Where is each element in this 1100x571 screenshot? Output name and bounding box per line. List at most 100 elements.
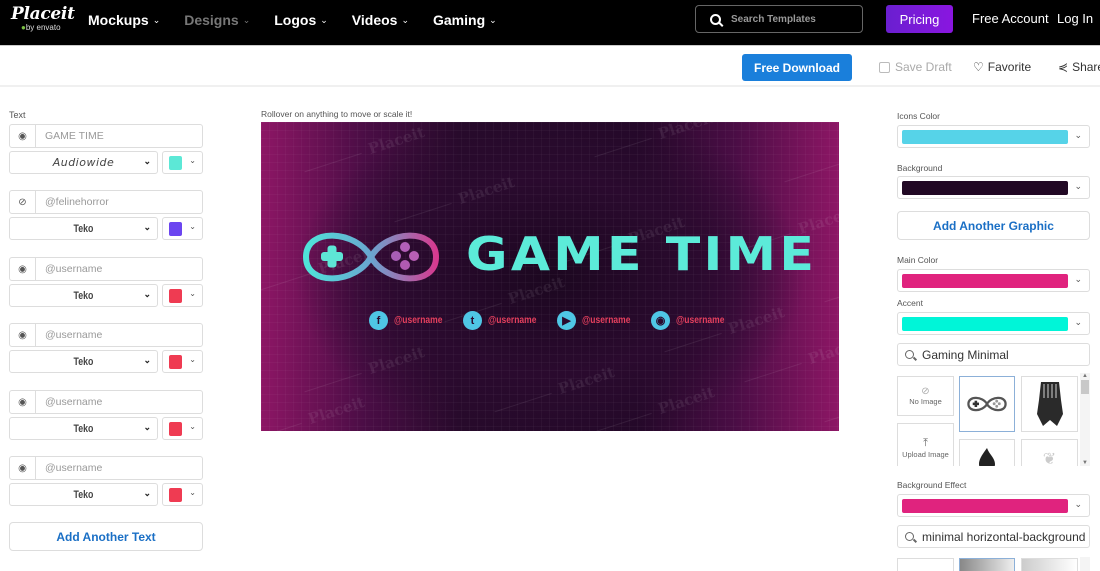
graphic-tile-laurel[interactable]: ❦ [1021,439,1078,466]
font-name: Teko [73,222,94,235]
main-color-select[interactable]: ⌄ [897,269,1090,292]
no-image-tile[interactable]: ⊘ No Image [897,376,954,416]
discord-icon: ◉ [651,311,670,330]
scroll-up-icon[interactable]: ▲ [1082,373,1088,379]
top-nav: Placeit ●by envato Mockups ⌄ Designs ⌄ Log… [0,0,1100,45]
add-another-text-button[interactable]: Add Another Text [9,522,203,551]
chevron-down-icon: ⌄ [489,14,497,25]
text-layer-input[interactable]: ◉ @username [9,456,203,480]
main-color-swatch [902,274,1068,288]
social-youtube[interactable]: ▶ @username [557,311,639,330]
logo-text: Placeit [11,4,75,24]
gamepad-infinity-logo[interactable] [301,222,441,292]
text-color-swatch [169,289,182,303]
gamepad-thumbnail-icon [967,396,1007,412]
save-draft-button[interactable]: Save Draft [877,59,952,74]
eye-icon[interactable]: ◉ [10,125,36,147]
search-icon [905,350,914,359]
font-name: Audiowide [52,156,115,169]
eye-icon[interactable]: ◉ [10,457,36,479]
background-color-swatch [902,181,1068,195]
placeit-logo[interactable]: Placeit ●by envato [11,5,75,32]
text-color-select[interactable]: ⌄ [162,483,203,506]
font-select[interactable]: Teko ⌄ [9,217,158,240]
design-canvas[interactable]: Placeit Placeit Placeit Placeit Placeit Place… [261,122,839,431]
nav-designs[interactable]: Designs ⌄ [184,12,250,28]
favorite-button[interactable]: ♡ Favorite [973,60,1031,74]
text-layer-input[interactable]: ⊘ @felinehorror [9,190,203,214]
accent-color-select[interactable]: ⌄ [897,312,1090,335]
bg-gallery-scrollbar[interactable] [1080,557,1090,571]
nav-gaming[interactable]: Gaming ⌄ [433,12,497,28]
scroll-down-icon[interactable]: ▼ [1082,460,1088,466]
text-layer-value: @username [45,396,103,408]
button-right [409,251,419,261]
bg-no-image-tile[interactable] [897,558,954,571]
text-color-select[interactable]: ⌄ [162,217,203,240]
social-discord[interactable]: ◉ @username [651,311,733,330]
chevron-down-icon: ⌄ [189,289,196,298]
login-link[interactable]: Log In [1057,11,1093,26]
background-effect-select[interactable]: ⌄ [897,494,1090,517]
upload-icon: ⤒ [923,437,928,449]
eye-slash-icon[interactable]: ⊘ [10,191,36,213]
text-layer-input[interactable]: ◉ @username [9,257,203,281]
helmet-thumbnail-icon [1036,382,1063,426]
text-layer-input[interactable]: ◉ GAME TIME [9,124,203,148]
nav-mockups[interactable]: Mockups ⌄ [88,12,160,28]
text-layer-value: @username [45,329,103,341]
eye-icon[interactable]: ◉ [10,324,36,346]
share-button[interactable]: ⋞Share [1058,60,1100,74]
text-color-select[interactable]: ⌄ [162,350,203,373]
text-color-select[interactable]: ⌄ [162,284,203,307]
social-handle: @username [676,315,725,326]
chevron-down-icon: ⌄ [401,14,409,25]
icons-color-select[interactable]: ⌄ [897,125,1090,148]
background-color-select[interactable]: ⌄ [897,176,1090,199]
font-select[interactable]: Teko ⌄ [9,350,158,373]
share-icon: ⋞ [1058,60,1069,74]
add-another-graphic-button[interactable]: Add Another Graphic [897,211,1090,240]
font-select[interactable]: Teko ⌄ [9,284,158,307]
gallery-scrollbar[interactable]: ▲ ▼ [1080,373,1090,466]
font-select[interactable]: Teko ⌄ [9,483,158,506]
social-twitter[interactable]: t @username [463,311,545,330]
background-search-input[interactable]: minimal horizontal-background [897,525,1090,548]
font-select[interactable]: Audiowide ⌄ [9,151,158,174]
social-facebook[interactable]: f @username [369,311,451,330]
font-name: Teko [73,488,94,501]
nav-videos[interactable]: Videos ⌄ [352,12,409,28]
free-account-link[interactable]: Free Account [972,11,1049,26]
font-name: Teko [73,355,94,368]
graphic-tile-helmet[interactable] [1021,376,1078,432]
chevron-down-icon: ⌄ [1074,130,1082,140]
eye-slash-icon: ⊘ [921,386,930,397]
graphic-search-input[interactable]: Gaming Minimal [897,343,1090,366]
free-download-button[interactable]: Free Download [742,54,852,81]
upload-image-tile[interactable]: ⤒ Upload Image [897,423,954,466]
text-layer-input[interactable]: ◉ @username [9,390,203,414]
scrollbar-thumb[interactable] [1081,380,1089,394]
pricing-button[interactable]: Pricing [886,5,953,33]
graphic-tile-flame[interactable] [959,439,1015,466]
text-layer-input[interactable]: ◉ @username [9,323,203,347]
dpad-v [327,245,337,268]
text-color-select[interactable]: ⌄ [162,151,203,174]
bg-tile-2[interactable] [1021,558,1078,571]
nav-logos[interactable]: Logos ⌄ [274,12,328,28]
facebook-icon: f [369,311,388,330]
text-color-select[interactable]: ⌄ [162,417,203,440]
social-handle: @username [582,315,631,326]
font-select[interactable]: Teko ⌄ [9,417,158,440]
eye-icon[interactable]: ◉ [10,258,36,280]
text-section-label: Text [9,110,26,120]
search-templates-input[interactable]: Search Templates [695,5,863,33]
twitter-icon: t [463,311,482,330]
graphic-tile-gamepad[interactable] [959,376,1015,432]
search-placeholder: Search Templates [731,13,816,25]
bg-tile-1[interactable] [959,558,1015,571]
eye-icon[interactable]: ◉ [10,391,36,413]
copy-icon [877,59,890,73]
background-label: Background [897,163,943,173]
game-title-text[interactable]: GAME TIME [466,227,817,281]
